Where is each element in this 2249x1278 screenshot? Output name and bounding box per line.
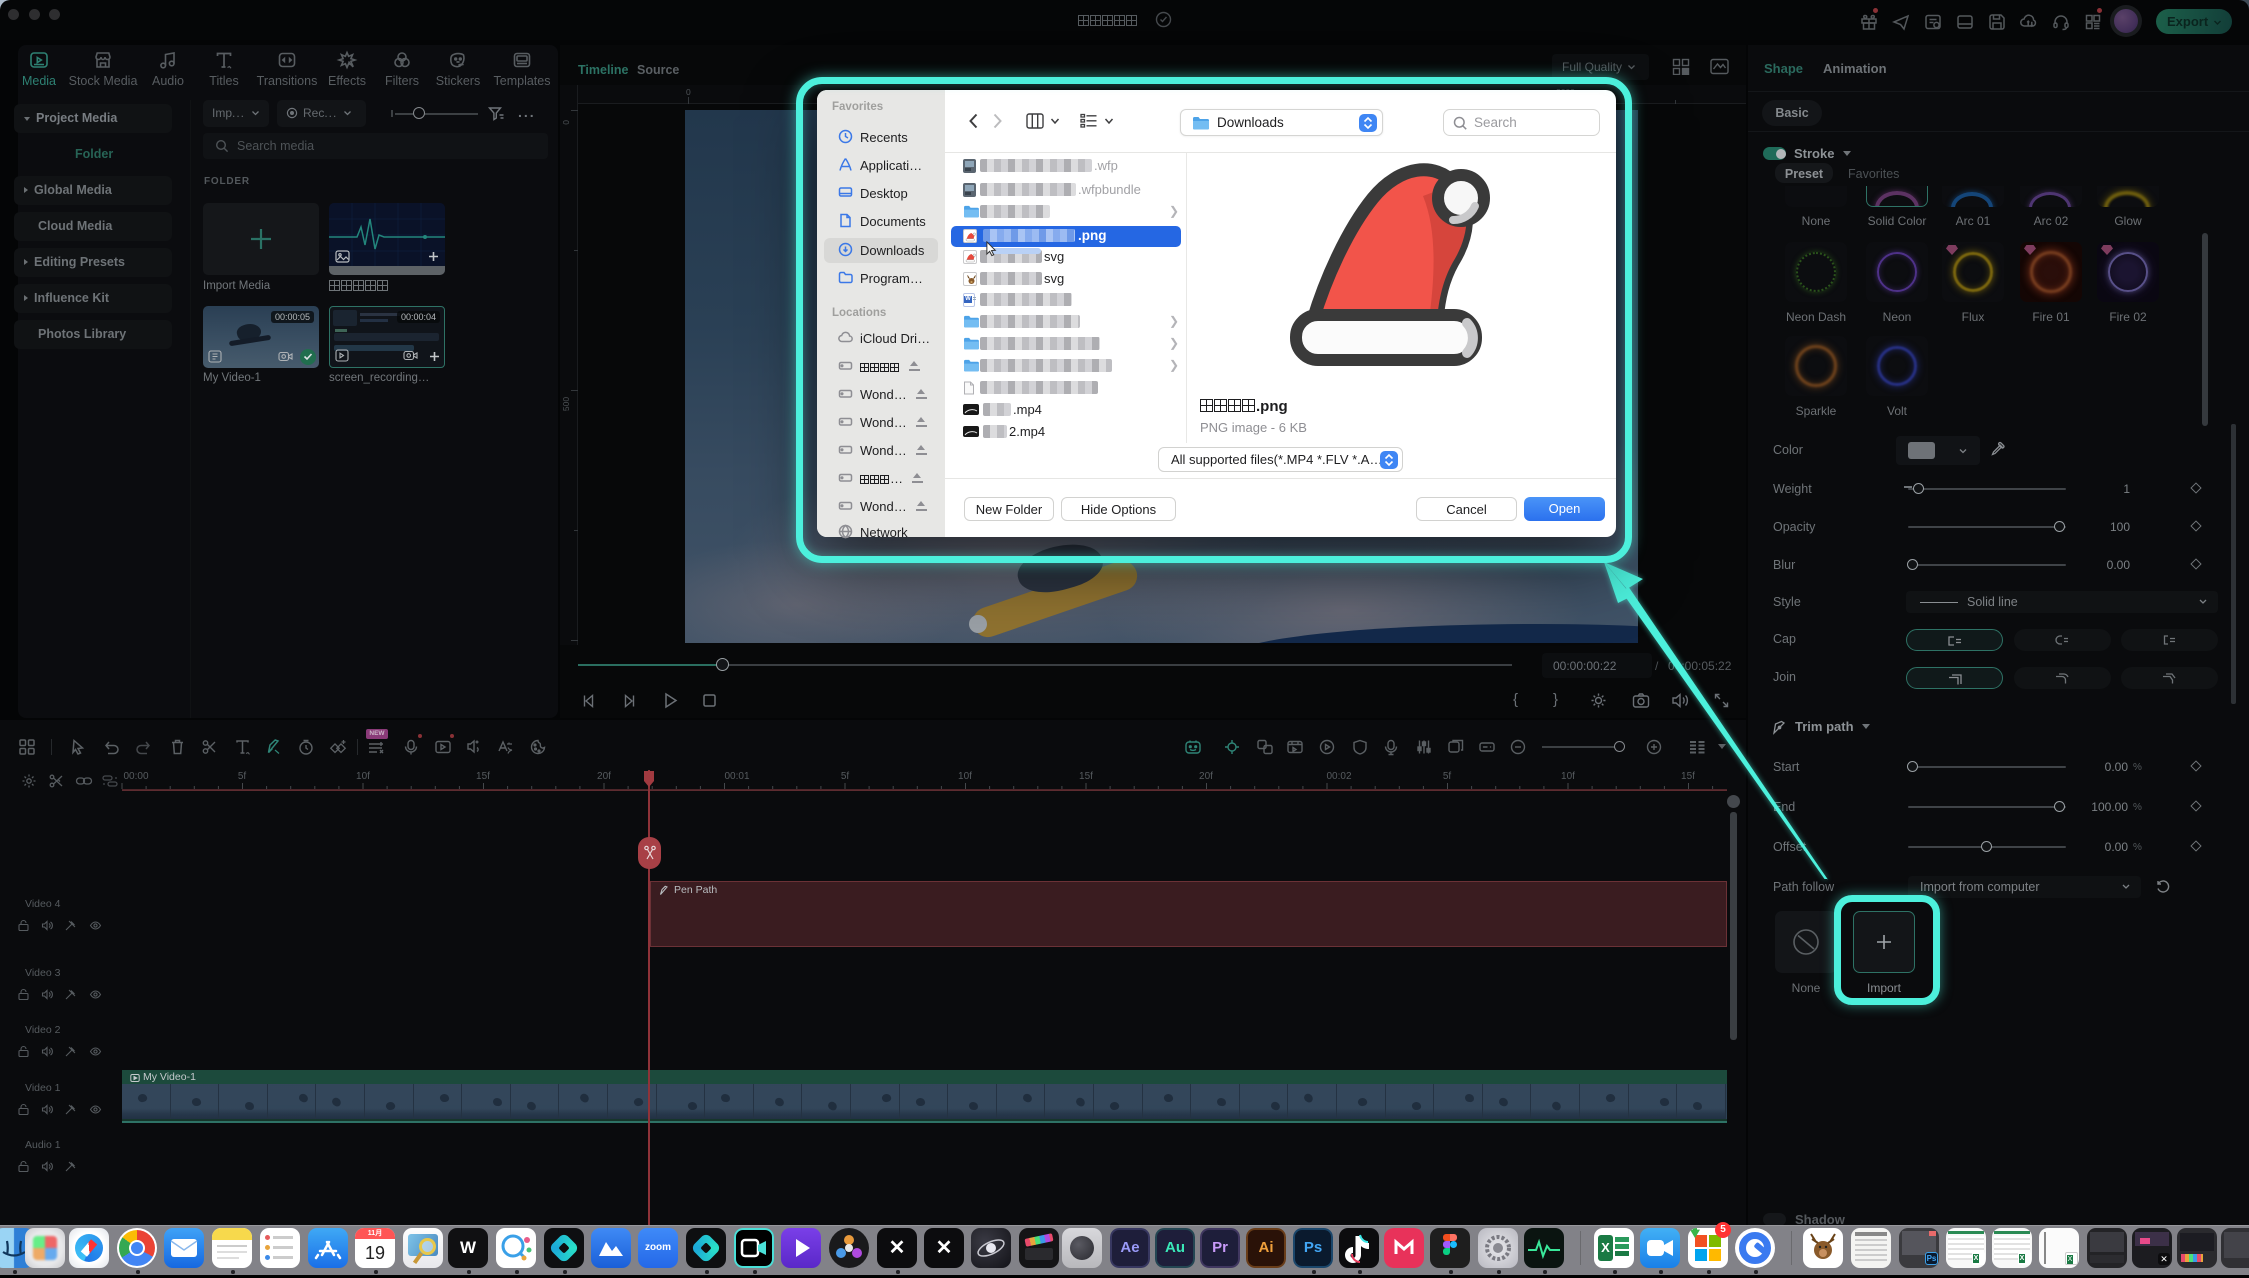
svg-text:0: 0 [686,87,691,97]
svg-text:500: 500 [561,397,571,411]
svg-text:0: 0 [561,120,571,125]
